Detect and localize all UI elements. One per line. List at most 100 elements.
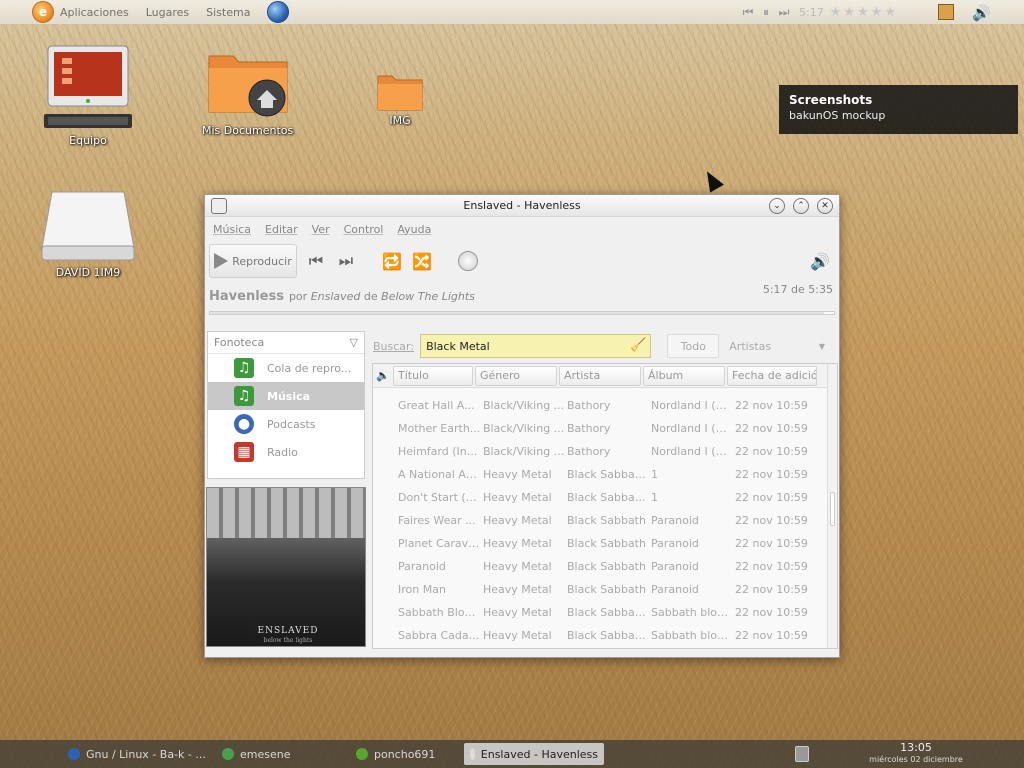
pause-icon[interactable]: ⏸ <box>757 5 775 20</box>
table-row[interactable]: A National Ac... Heavy Metal Black Sabbath… <box>373 463 837 486</box>
minimize-button[interactable]: ⌄ <box>769 198 785 214</box>
notification-bubble[interactable]: Screenshots bakunOS mockup <box>779 85 1018 134</box>
table-row[interactable]: Don't Start (T... Heavy Metal Black Sabbat… <box>373 486 837 509</box>
library-header[interactable]: Fonoteca ▽ <box>208 332 364 354</box>
cell-title: Planet Caravan <box>398 537 481 550</box>
clock-time: 13:05 <box>900 741 932 754</box>
cell-date-added: 22 nov 10:59 <box>735 560 808 573</box>
search-input[interactable] <box>426 339 627 353</box>
desktop-icon-img[interactable]: IMG <box>376 72 424 127</box>
cell-album: Sabbath bloo... <box>651 629 733 642</box>
clock[interactable]: 13:05 miércoles 02 diciembre <box>866 742 966 766</box>
scrollbar-thumb[interactable] <box>830 492 835 526</box>
window-titlebar[interactable]: Enslaved - Havenless ⌄ ⌃ ✕ <box>205 195 839 217</box>
panel-player-applet: ⏮ ⏸ ⏭ 5:17 ★★★★★ 🔊 <box>739 0 1024 24</box>
taskbar-item[interactable]: poncho691 <box>350 743 460 765</box>
web-browser-icon[interactable] <box>267 1 290 23</box>
distro-logo-icon[interactable]: e <box>32 1 54 23</box>
menu-view[interactable]: Ver <box>312 223 330 236</box>
taskbar-item[interactable]: Gnu / Linux - Ba-k - ... <box>62 743 212 765</box>
cell-album: Nordland I (2... <box>651 422 733 435</box>
next-track-icon[interactable]: ⏭ <box>775 5 793 20</box>
folder-icon <box>377 75 423 111</box>
volume-icon: 🔊 <box>810 251 830 271</box>
album-art-band: ENSLAVED <box>257 626 319 636</box>
maximize-button[interactable]: ⌃ <box>793 198 809 214</box>
filter-select[interactable]: Artistas ▼ <box>725 335 829 357</box>
library-pane: Fonoteca ▽ ♫ Cola de repro... ♫ Música ●… <box>207 331 365 479</box>
source-queue[interactable]: ♫ Cola de repro... <box>208 354 364 382</box>
column-date-added[interactable]: Fecha de adición <box>727 365 817 386</box>
desktop-icon-documents[interactable]: Mis Documentos <box>202 46 293 137</box>
menu-applications[interactable]: Aplicaciones <box>60 6 129 19</box>
progress-slider[interactable] <box>209 311 835 315</box>
shuffle-button[interactable]: 🔀 <box>407 244 437 278</box>
table-row[interactable]: Heimfard (In... Black/Viking ... Bathory No… <box>373 440 837 463</box>
source-music[interactable]: ♫ Música <box>208 382 364 410</box>
column-artist[interactable]: Artista <box>559 365 641 386</box>
podcast-icon: ● <box>234 414 254 434</box>
play-button[interactable]: Reproducir <box>209 244 297 278</box>
source-radio[interactable]: ▦ Radio <box>208 438 364 466</box>
previous-track-icon[interactable]: ⏮ <box>739 5 757 20</box>
menu-bar: Música Editar Ver Control Ayuda <box>205 217 839 241</box>
mouse-cursor-icon <box>700 167 724 193</box>
menu-edit[interactable]: Editar <box>265 223 298 236</box>
clear-search-icon[interactable]: 🧹 <box>630 338 646 353</box>
table-row[interactable]: Sabbra Cada... Heavy Metal Black Sabbath. S… <box>373 624 837 647</box>
table-row[interactable]: Iron Man Heavy Metal Black Sabbath Paranoid… <box>373 578 837 601</box>
menu-places[interactable]: Lugares <box>146 6 189 19</box>
menu-music[interactable]: Música <box>213 223 251 236</box>
shuffle-icon: 🔀 <box>412 251 432 271</box>
source-label: Podcasts <box>267 417 316 431</box>
cell-album: 1 <box>651 468 658 481</box>
rating-stars[interactable]: ★★★★★ <box>830 5 898 20</box>
taskbar-item[interactable]: emesene <box>216 743 346 765</box>
column-title[interactable]: Título <box>393 365 473 386</box>
menu-system[interactable]: Sistema <box>206 6 250 19</box>
table-row[interactable]: Planet Caravan Heavy Metal Black Sabbath Pa… <box>373 532 837 555</box>
album-art[interactable]: ENSLAVED below the lights <box>206 487 366 647</box>
cell-genre: Black/Viking ... <box>483 399 565 412</box>
cell-title: Great Hall A... <box>398 399 475 412</box>
cell-artist: Black Sabbath <box>567 514 646 527</box>
source-podcasts[interactable]: ● Podcasts <box>208 410 364 438</box>
cell-album: Nordland I (2... <box>651 399 733 412</box>
table-row[interactable]: Paranoid Heavy Metal Black Sabbath Paranoid… <box>373 555 837 578</box>
table-row[interactable]: Mother Earth... Black/Viking ... Bathory No… <box>373 417 837 440</box>
close-button[interactable]: ✕ <box>817 198 833 214</box>
playing-speaker-icon: 🔈 <box>376 369 390 382</box>
desktop-icon-drive[interactable]: DAVID 1IM9 <box>40 190 136 279</box>
table-row[interactable]: Faires Wear ... Heavy Metal Black Sabbath P… <box>373 509 837 532</box>
cell-title: Sabbath Bloo... <box>398 606 481 619</box>
volume-icon[interactable]: 🔊 <box>972 4 992 22</box>
column-genre[interactable]: Género <box>475 365 557 386</box>
taskbar-item-label: Enslaved - Havenless <box>480 747 598 761</box>
taskbar-item[interactable]: Enslaved - Havenless <box>464 743 604 765</box>
menu-help[interactable]: Ayuda <box>397 223 431 236</box>
desktop-icon-computer[interactable]: Equipo <box>42 44 134 147</box>
column-album[interactable]: Álbum <box>643 365 725 386</box>
volume-button[interactable]: 🔊 <box>805 244 835 278</box>
menu-control[interactable]: Control <box>344 223 384 236</box>
user-status-icon <box>356 748 368 760</box>
visualizer-button[interactable] <box>453 244 483 278</box>
tray-app-icon[interactable] <box>938 4 954 20</box>
library-header-label: Fonoteca <box>214 336 265 349</box>
vertical-scrollbar[interactable] <box>827 364 837 648</box>
panel-track-time: 5:17 <box>799 5 824 19</box>
search-box[interactable]: 🧹 <box>420 334 652 358</box>
table-row[interactable]: Sabbath Bloo... Heavy Metal Black Sabbath.… <box>373 601 837 624</box>
previous-button[interactable]: ⏮ <box>301 244 331 278</box>
album-name: Below The Lights <box>381 289 475 303</box>
computer-icon <box>44 45 132 128</box>
repeat-button[interactable]: 🔁 <box>377 244 407 278</box>
cell-artist: Bathory <box>567 422 611 435</box>
table-row[interactable]: Great Hall A... Black/Viking ... Bathory No… <box>373 394 837 417</box>
filter-all-button[interactable]: Todo <box>667 334 720 358</box>
music-player-icon <box>470 748 475 760</box>
table-header: 🔈 Título Género Artista Álbum Fecha de a… <box>373 364 837 388</box>
tray-music-icon[interactable] <box>795 746 809 762</box>
window-title: Enslaved - Havenless <box>463 199 581 212</box>
next-button[interactable]: ⏭ <box>331 244 361 278</box>
